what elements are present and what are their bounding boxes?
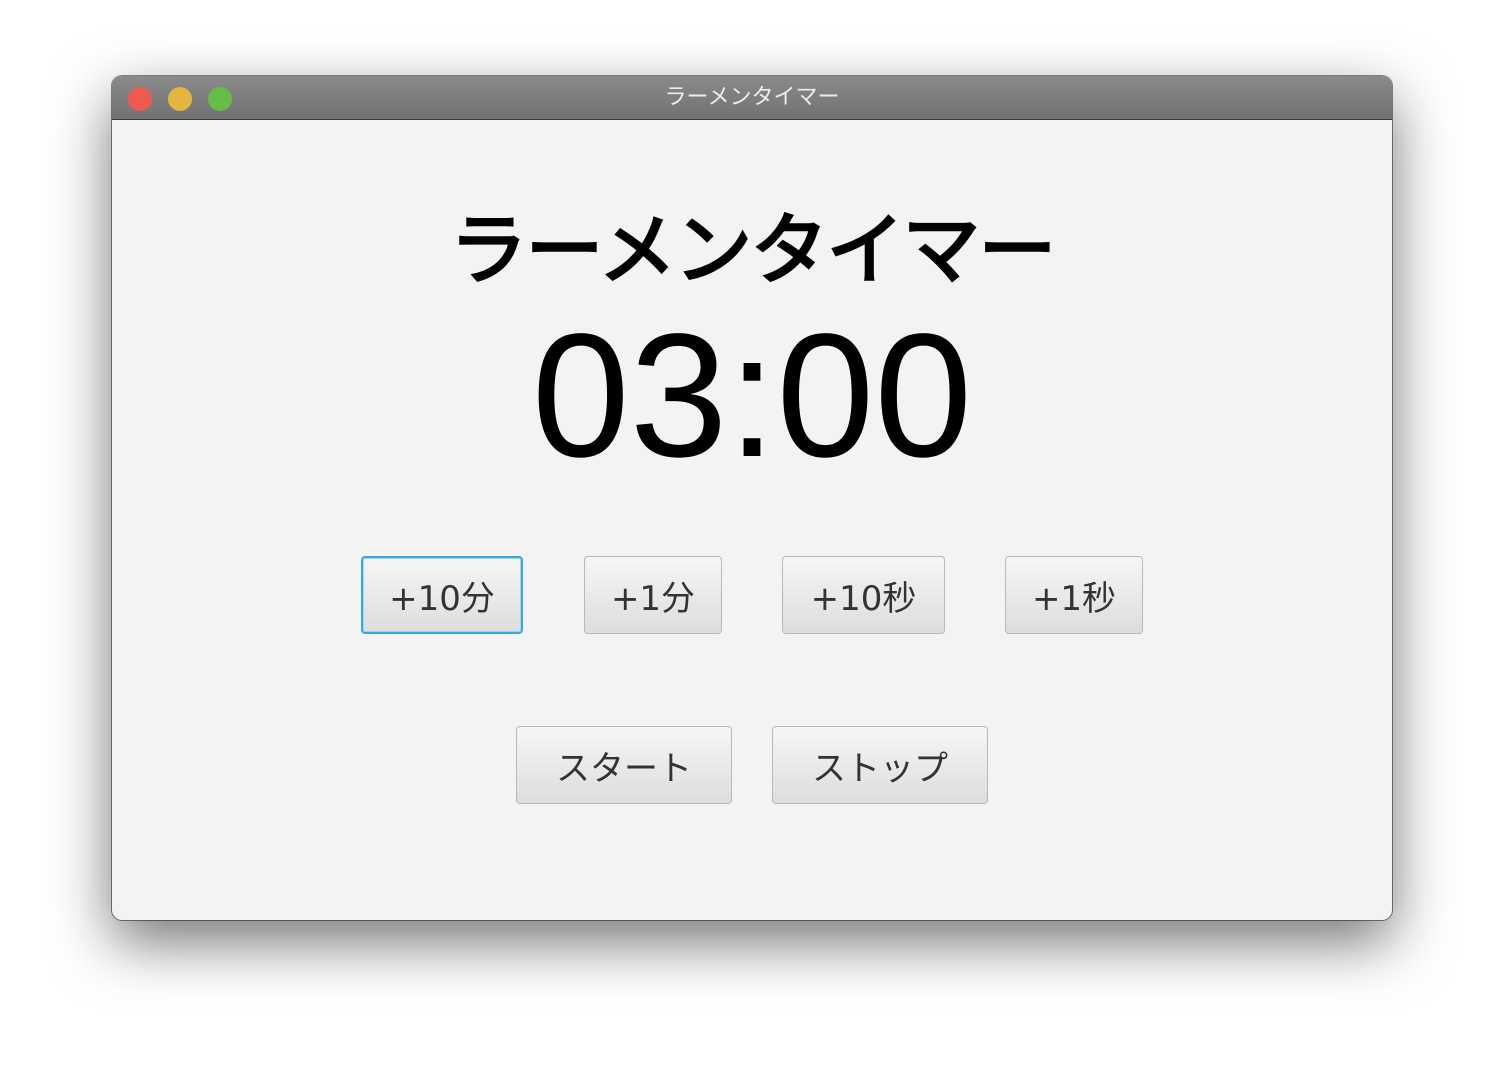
app-heading: ラーメンタイマー [449, 206, 1057, 296]
add-1-minute-button[interactable]: +1分 [584, 556, 722, 634]
stop-button[interactable]: ストップ [772, 726, 988, 804]
add-10-seconds-button[interactable]: +10秒 [782, 556, 945, 634]
title-bar[interactable]: ラーメンタイマー [112, 76, 1392, 120]
start-button[interactable]: スタート [516, 726, 732, 804]
timer-display: 03:00 [531, 298, 973, 494]
window-title: ラーメンタイマー [664, 85, 840, 110]
timer-panel: ラーメンタイマー 03:00 +10分 +1分 +10秒 +1秒 スタート スト… [112, 120, 1392, 920]
add-1-second-button[interactable]: +1秒 [1005, 556, 1143, 634]
app-window: ラーメンタイマー ラーメンタイマー 03:00 +10分 +1分 +10秒 +1… [112, 76, 1392, 920]
add-10-minutes-button[interactable]: +10分 [361, 556, 523, 634]
